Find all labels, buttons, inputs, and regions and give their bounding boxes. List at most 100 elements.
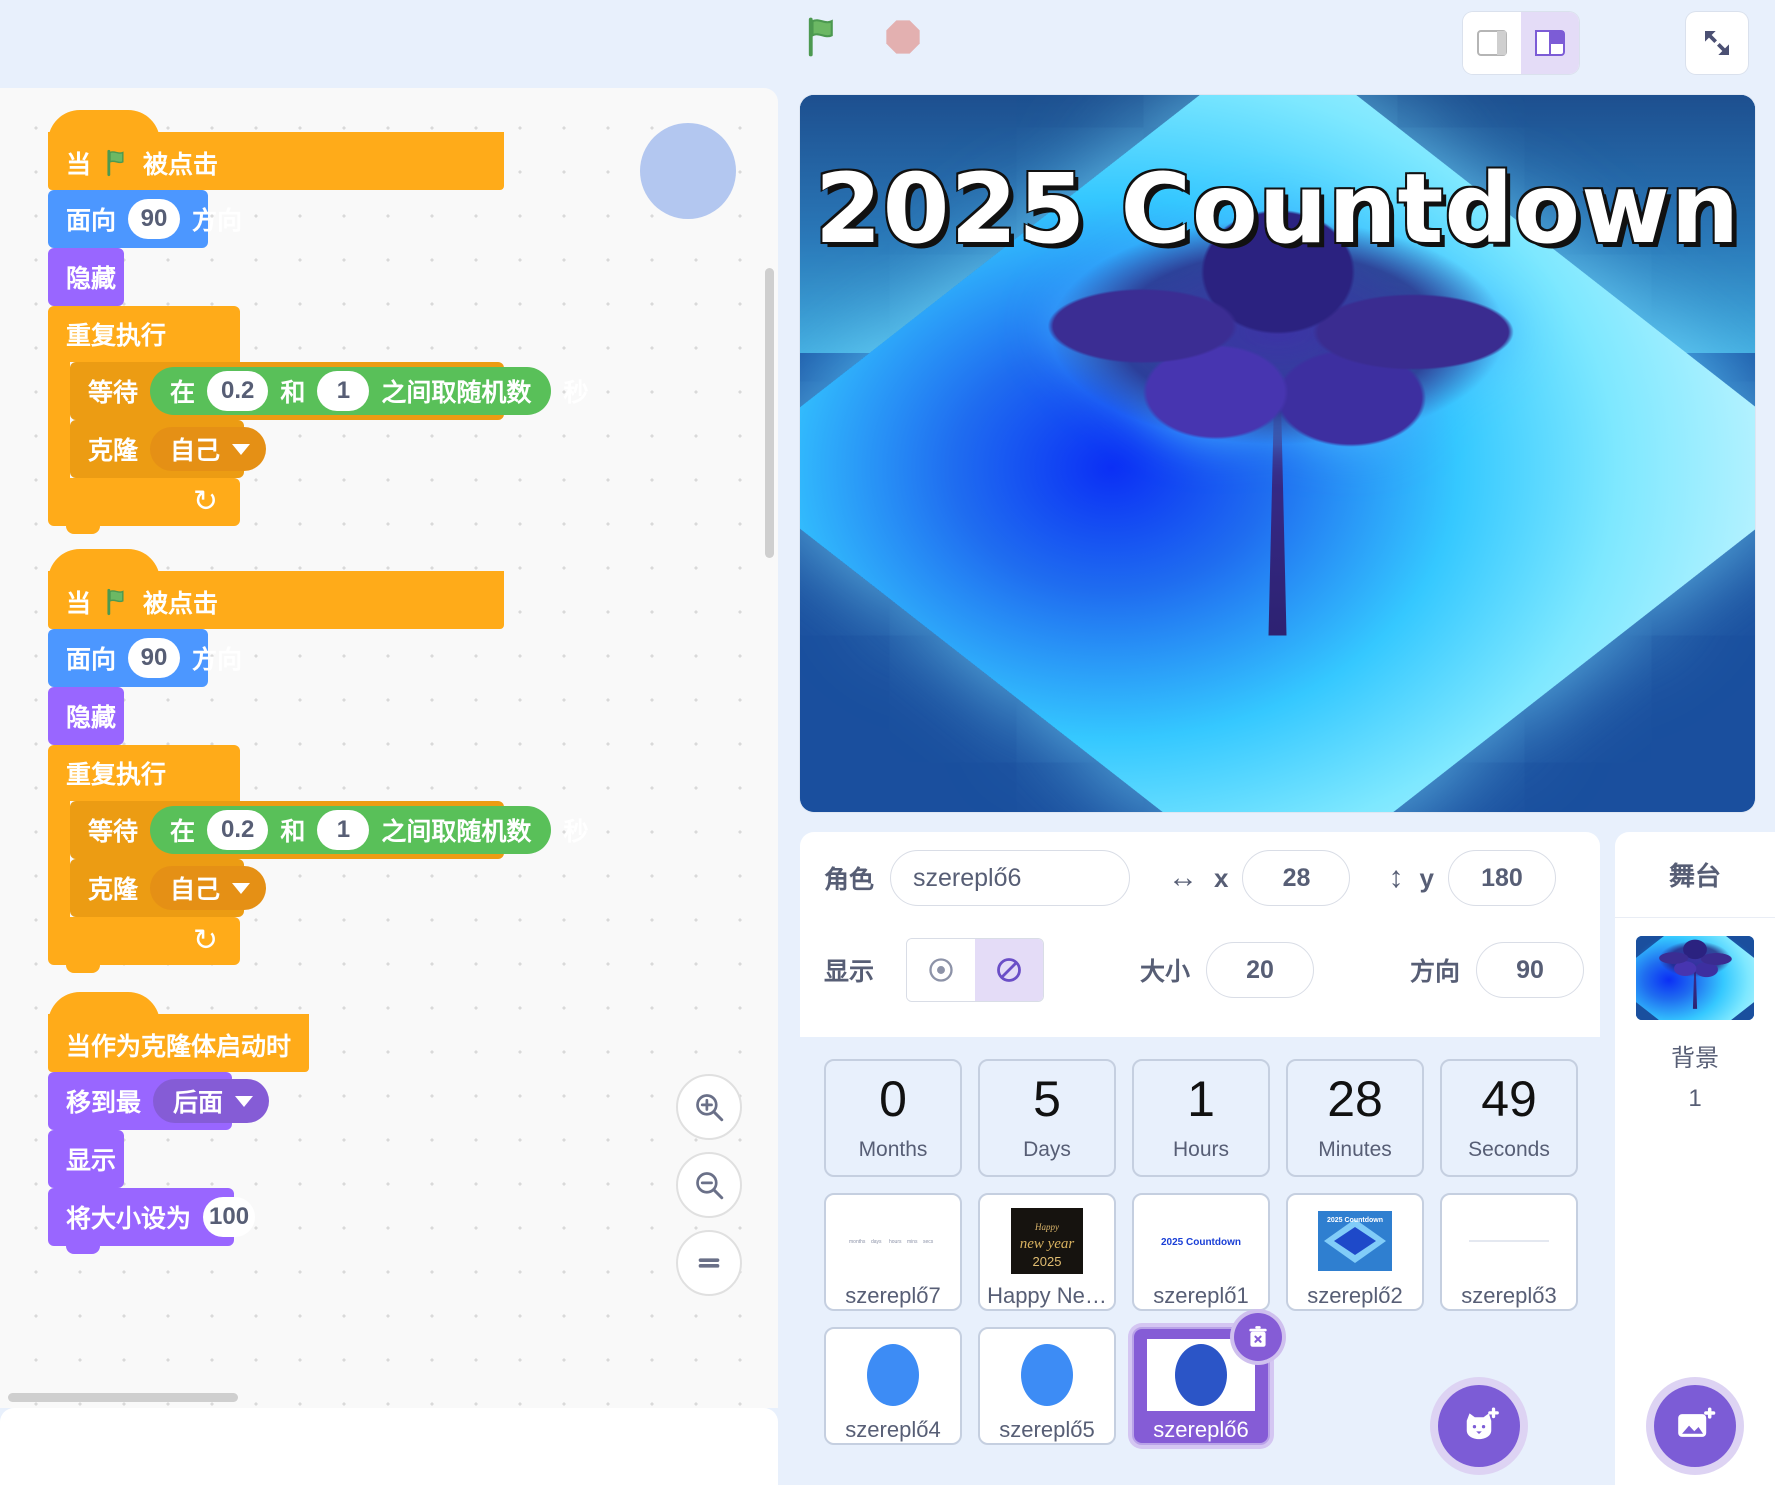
block-point-in-direction[interactable]: 面向 90 方向 xyxy=(48,190,242,256)
block-label-suffix: 秒 xyxy=(563,818,589,846)
block-set-size-to[interactable]: 将大小设为 100 xyxy=(48,1188,256,1254)
random-max-input[interactable]: 1 xyxy=(317,371,370,411)
block-forever[interactable]: 重复执行 等待 在 0.2 和 1 之间取随机数 秒 克隆 自己 ↻ xyxy=(48,745,588,973)
block-label-prefix: 移到最 xyxy=(66,1089,142,1117)
stage-thumbnail-item[interactable]: 背景 1 xyxy=(1615,918,1775,1113)
forever-header: 重复执行 xyxy=(48,745,240,801)
block-forever[interactable]: 重复执行 等待 在 0.2 和 1 之间取随机数 秒 克隆 自己 ↻ xyxy=(48,306,588,534)
add-sprite-button[interactable] xyxy=(1438,1385,1520,1467)
countdown-text-icon: 2025 Countdown xyxy=(1151,1228,1251,1254)
stop-octagon-icon xyxy=(886,20,920,54)
zoom-reset-button[interactable] xyxy=(676,1230,742,1296)
sprite-tile-szereplo6[interactable]: szereplő6 xyxy=(1132,1313,1282,1445)
random-min-input[interactable]: 0.2 xyxy=(207,810,269,850)
workspace-vertical-scrollbar[interactable] xyxy=(765,268,774,558)
random-max-input[interactable]: 1 xyxy=(317,810,370,850)
zoom-controls xyxy=(676,1074,742,1296)
script-stack-1[interactable]: 当 被点击 面向 90 方向 隐藏 重复执行 等待 在 0.2 和 1 之间取随… xyxy=(48,110,588,534)
countdown-value: 28 xyxy=(1327,1071,1383,1127)
block-wait-seconds[interactable]: 等待 在 0.2 和 1 之间取随机数 秒 xyxy=(70,362,588,428)
reporter-suffix: 之间取随机数 xyxy=(381,818,532,846)
block-hide[interactable]: 隐藏 xyxy=(48,687,124,753)
svg-text:days: days xyxy=(871,1239,882,1245)
block-show[interactable]: 显示 xyxy=(48,1130,124,1196)
zoom-in-button[interactable] xyxy=(676,1074,742,1140)
sprite-tile-label: szereplő2 xyxy=(1307,1283,1403,1308)
block-go-to-layer[interactable]: 移到最 后面 xyxy=(48,1072,270,1138)
sprite-tile-szereplo5[interactable]: szereplő5 xyxy=(978,1327,1116,1445)
sprite-size-input[interactable]: 20 xyxy=(1206,942,1315,998)
sprite-name-input[interactable]: szereplő6 xyxy=(890,850,1131,906)
sprite-info-row-1: 角色 szereplő6 ↔ x 28 ↕ y 180 xyxy=(800,832,1600,924)
dropdown-value: 自己 xyxy=(170,437,221,465)
layer-dropdown[interactable]: 后面 xyxy=(153,1079,270,1123)
clone-target-dropdown[interactable]: 自己 xyxy=(150,866,267,910)
block-create-clone[interactable]: 克隆 自己 xyxy=(70,859,267,925)
stage-view[interactable]: 2025 Countdown xyxy=(800,95,1755,812)
size-input[interactable]: 100 xyxy=(203,1197,256,1237)
countdown-cell-days: 5 Days xyxy=(978,1059,1116,1177)
dashes-thumb: months days hours mins secs xyxy=(839,1205,947,1277)
block-pick-random[interactable]: 在 0.2 和 1 之间取随机数 xyxy=(150,367,552,415)
image-add-icon xyxy=(1678,1407,1716,1437)
block-when-flag-clicked[interactable]: 当 被点击 xyxy=(48,549,504,629)
sprite-name-label: 角色 xyxy=(824,866,875,894)
script-stack-2[interactable]: 当 被点击 面向 90 方向 隐藏 重复执行 等待 在 0.2 和 1 之间取随… xyxy=(48,549,588,973)
layout-small-stage-button[interactable] xyxy=(1463,12,1521,74)
sprite-row-1: months days hours mins secs szereplő7 Happy… xyxy=(824,1193,1600,1311)
reporter-suffix: 之间取随机数 xyxy=(381,379,532,407)
sprite-tile-szereplo3[interactable]: szereplő3 xyxy=(1440,1193,1578,1311)
block-wait-seconds[interactable]: 等待 在 0.2 和 1 之间取随机数 秒 xyxy=(70,801,588,867)
sprite-info-panel: 角色 szereplő6 ↔ x 28 ↕ y 180 显示 大小 20 方向 … xyxy=(800,832,1600,1037)
block-when-i-start-as-clone[interactable]: 当作为克隆体启动时 xyxy=(48,992,310,1072)
green-flag-button[interactable] xyxy=(800,14,846,60)
block-label: 隐藏 xyxy=(66,265,117,293)
show-sprite-button[interactable] xyxy=(907,939,976,1001)
sprite-direction-input[interactable]: 90 xyxy=(1476,942,1585,998)
fullscreen-icon xyxy=(1705,31,1729,55)
add-backdrop-button[interactable] xyxy=(1654,1385,1736,1467)
block-hide[interactable]: 隐藏 xyxy=(48,248,124,314)
sprite-x-input[interactable]: 28 xyxy=(1242,850,1351,906)
random-min-input[interactable]: 0.2 xyxy=(207,371,269,411)
block-when-flag-clicked[interactable]: 当 被点击 xyxy=(48,110,504,190)
reporter-prefix: 在 xyxy=(170,379,196,407)
svg-text:2025 Countdown: 2025 Countdown xyxy=(1327,1217,1383,1224)
direction-input[interactable]: 90 xyxy=(128,199,181,239)
reporter-prefix: 在 xyxy=(170,818,196,846)
block-label-prefix: 面向 xyxy=(66,207,117,235)
zoom-out-button[interactable] xyxy=(676,1152,742,1218)
workspace-horizontal-scrollbar[interactable] xyxy=(8,1393,238,1402)
block-point-in-direction[interactable]: 面向 90 方向 xyxy=(48,629,242,695)
stage-thumb-bg xyxy=(1636,936,1754,1020)
code-workspace[interactable]: 当 被点击 面向 90 方向 隐藏 重复执行 等待 在 0.2 和 1 之间取随… xyxy=(0,88,778,1408)
svg-text:mins: mins xyxy=(907,1239,918,1245)
forever-body: 等待 在 0.2 和 1 之间取随机数 秒 克隆 自己 xyxy=(48,362,588,486)
direction-input[interactable]: 90 xyxy=(128,638,181,678)
script-stack-3[interactable]: 当作为克隆体启动时 移到最 后面 显示 将大小设为 100 xyxy=(48,992,310,1254)
sprite-tile-happy-new-year[interactable]: Happy new year 2025 Happy Ne… xyxy=(978,1193,1116,1311)
top-toolbar xyxy=(0,0,1775,88)
delete-sprite-button[interactable] xyxy=(1234,1313,1282,1361)
clone-target-dropdown[interactable]: 自己 xyxy=(150,427,267,471)
countdown-unit: Seconds xyxy=(1468,1138,1550,1161)
stop-button[interactable] xyxy=(880,14,926,60)
countdown-unit: Hours xyxy=(1172,1138,1230,1161)
layout-small-stage-icon xyxy=(1477,30,1507,56)
sprite-tile-szereplo4[interactable]: szereplő4 xyxy=(824,1327,962,1445)
sprite-list-panel: 0 Months 5 Days 1 Hours 28 Minutes 49 Se… xyxy=(800,1037,1600,1485)
fullscreen-button[interactable] xyxy=(1686,12,1748,74)
hide-sprite-button[interactable] xyxy=(975,939,1044,1001)
blue-circle-icon xyxy=(1021,1344,1073,1406)
blank-line-thumb xyxy=(1455,1205,1563,1277)
block-create-clone[interactable]: 克隆 自己 xyxy=(70,420,267,486)
sprite-tile-label: Happy Ne… xyxy=(987,1283,1107,1308)
sprite-direction-label: 方向 xyxy=(1410,958,1461,986)
sprite-y-input[interactable]: 180 xyxy=(1447,850,1556,906)
forever-children: 等待 在 0.2 和 1 之间取随机数 秒 克隆 自己 xyxy=(70,362,588,486)
layout-large-stage-button[interactable] xyxy=(1521,12,1579,74)
sprite-tile-szereplo2[interactable]: 2025 Countdown szereplő2 xyxy=(1286,1193,1424,1311)
sprite-tile-szereplo1[interactable]: 2025 Countdown szereplő1 xyxy=(1132,1193,1270,1311)
block-pick-random[interactable]: 在 0.2 和 1 之间取随机数 xyxy=(150,806,552,854)
sprite-tile-szereplo7[interactable]: months days hours mins secs szereplő7 xyxy=(824,1193,962,1311)
